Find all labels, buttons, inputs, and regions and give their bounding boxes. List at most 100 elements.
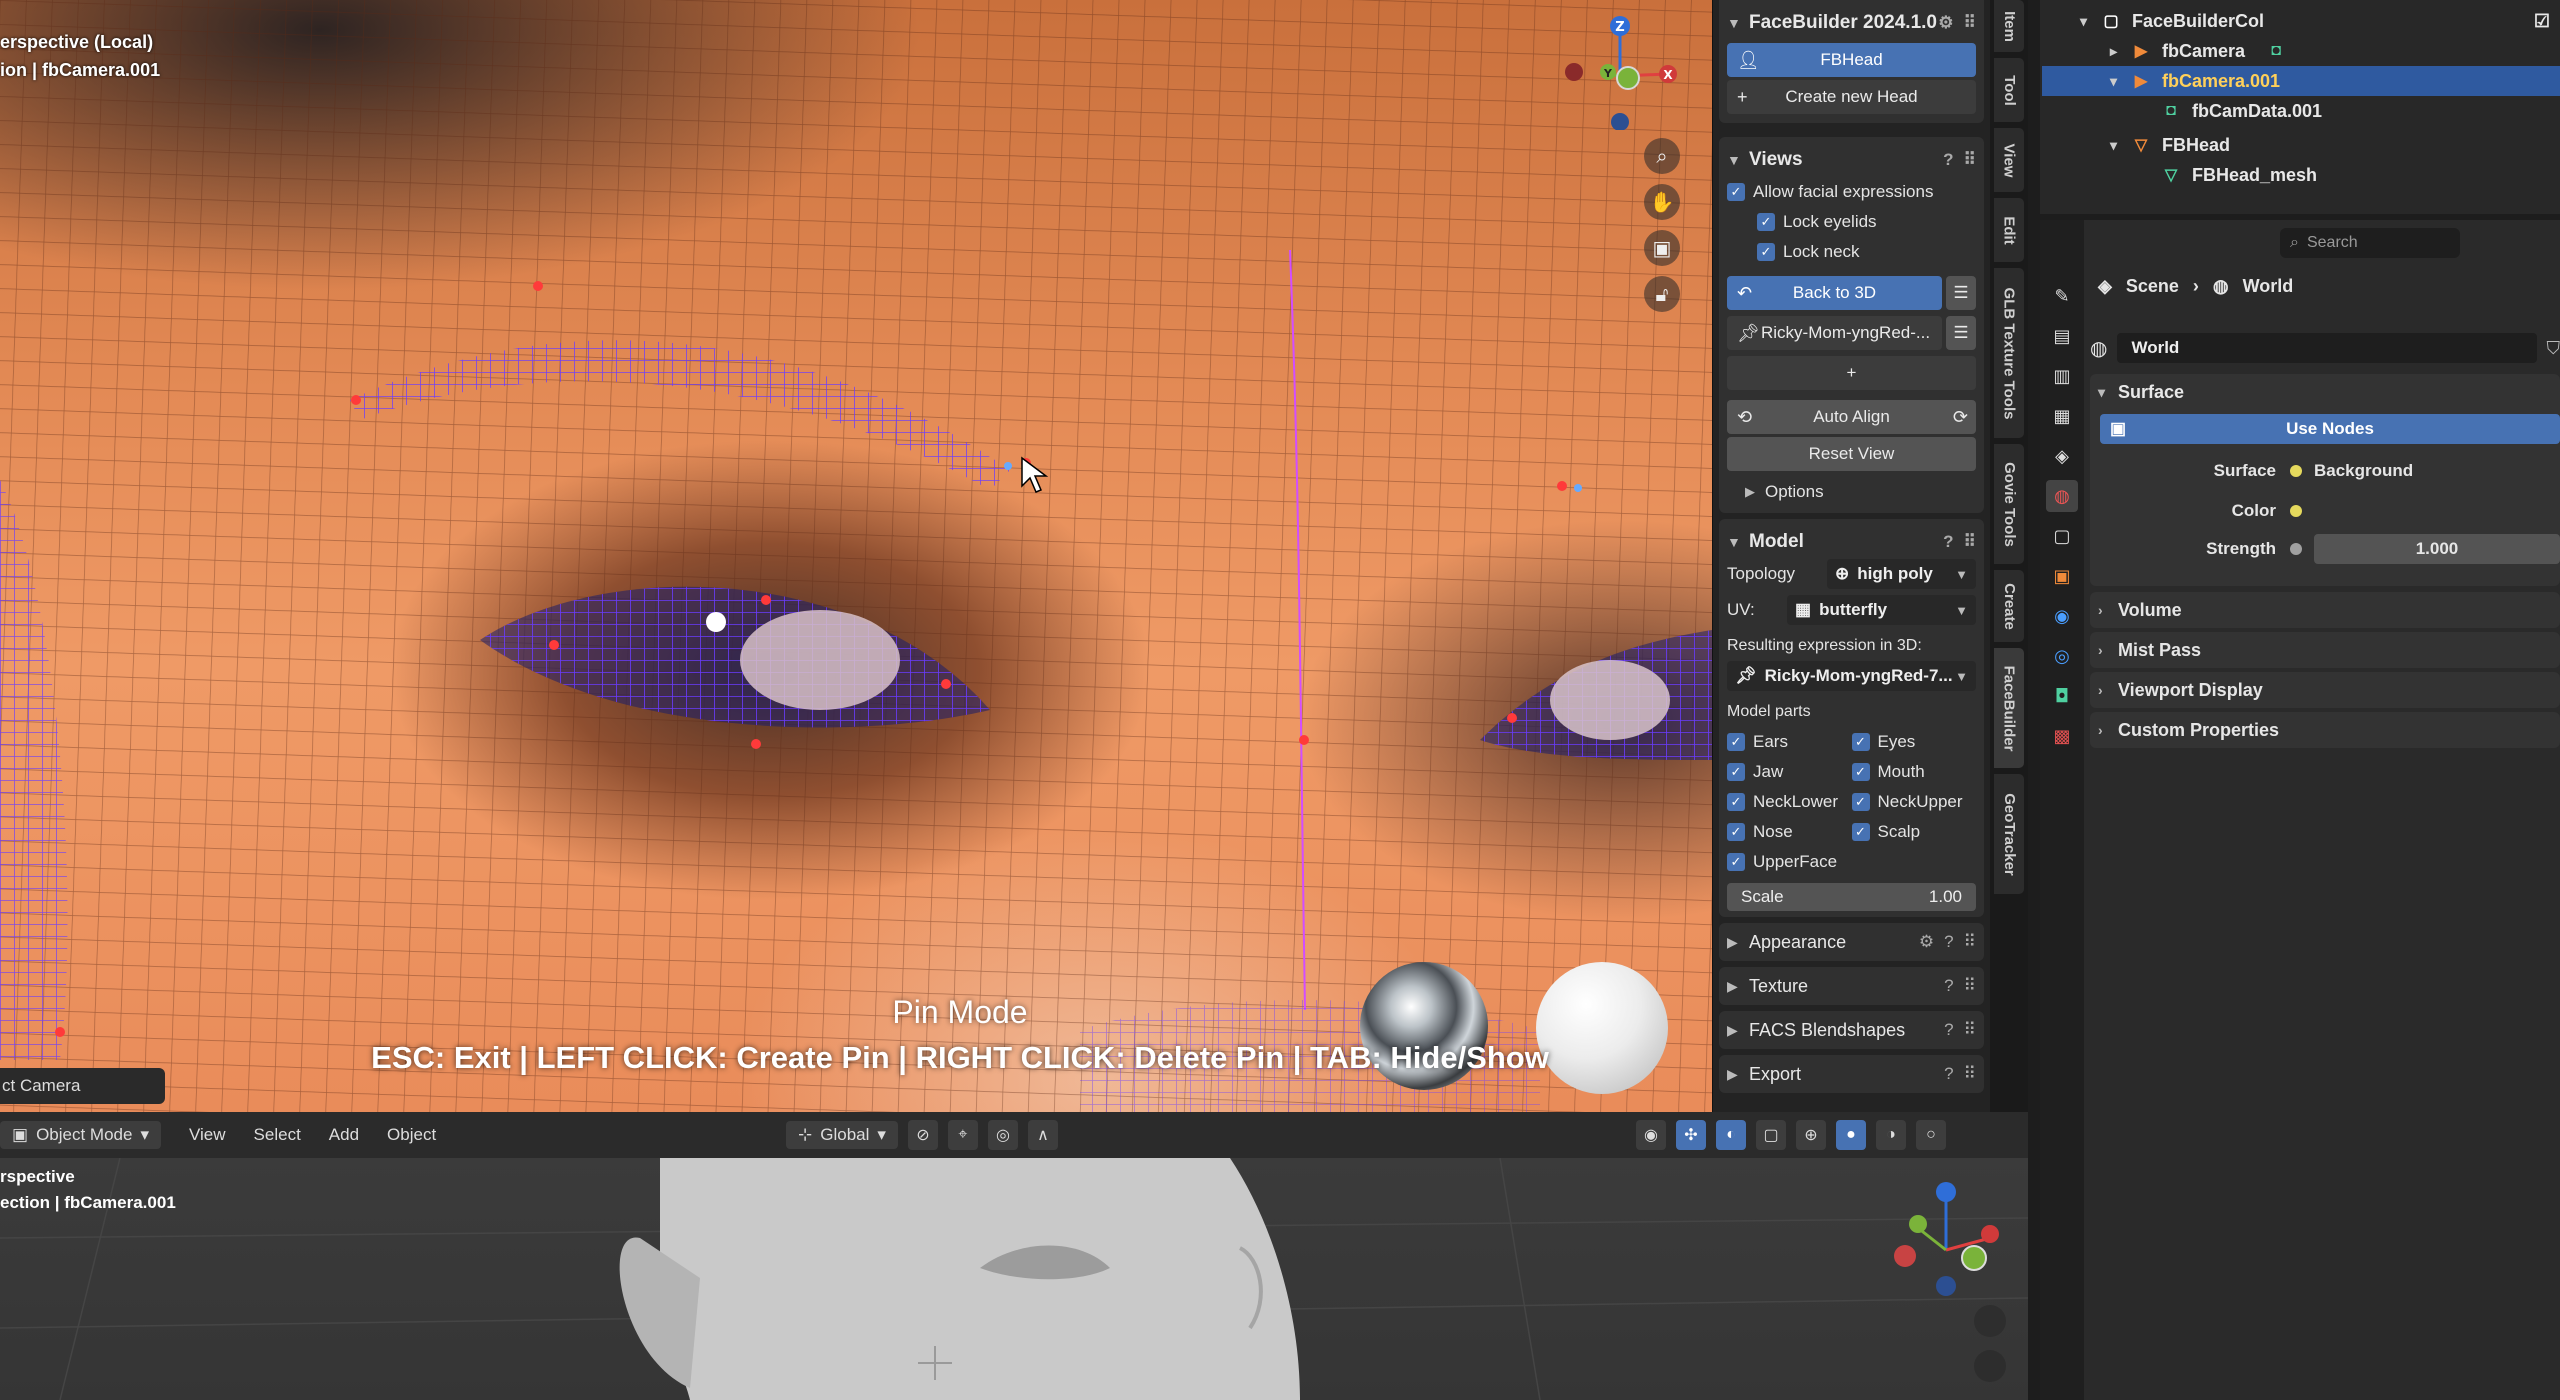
menu-view[interactable]: View (189, 1125, 226, 1145)
3d-viewport[interactable]: rspective ection | fbCamera.001 (0, 1158, 2028, 1400)
output-icon[interactable]: ▥ (2046, 360, 2078, 392)
outliner-row-fbhead-mesh[interactable]: ▽ FBHead_mesh (2160, 160, 2560, 190)
overlays-icon[interactable]: ◐ (1716, 1120, 1746, 1150)
pan-hand-icon[interactable]: ✋ (1644, 184, 1680, 220)
texture-panel-header[interactable]: ▶ Texture ? ⠿ (1719, 967, 1984, 1005)
export-panel-header[interactable]: ▶ Export ? ⠿ (1719, 1055, 1984, 1093)
drag-handle-icon[interactable]: ⠿ (1964, 932, 1976, 952)
views-header[interactable]: ▼ Views ? ⠿ (1727, 143, 1976, 177)
surface-header[interactable]: ▾ Surface (2090, 374, 2560, 410)
outliner-row-fbcamera001[interactable]: ▾ ▶ fbCamera.001 (2042, 66, 2560, 96)
tool-icon[interactable]: ✎ (2046, 280, 2078, 312)
facebuilder-header[interactable]: ▼ FaceBuilder 2024.1.0 ⚙ ⠿ (1727, 6, 1976, 40)
view-layer-icon[interactable]: ▦ (2046, 400, 2078, 432)
tab-create[interactable]: Create (1994, 570, 2024, 642)
part-upperface-checkbox[interactable]: ✓ UpperFace (1727, 847, 1852, 877)
outliner-row-fbcamera[interactable]: ▸ ▶ fbCamera ◘ (2110, 36, 2560, 66)
menu-select[interactable]: Select (254, 1125, 301, 1145)
drag-handle-icon[interactable]: ⠿ (1964, 532, 1976, 552)
back-to-3d-button[interactable]: ↶ Back to 3D (1727, 276, 1942, 310)
volume-panel-header[interactable]: › Volume (2090, 592, 2560, 628)
proportional-edit-icon[interactable]: ◎ (987, 1120, 1018, 1150)
scale-slider[interactable]: Scale 1.00 (1727, 883, 1976, 911)
surface-value[interactable]: Background (2314, 456, 2560, 486)
crumb-scene[interactable]: Scene (2126, 276, 2179, 297)
view-image-button[interactable]: 📌︎ Ricky-Mom-yngRed-... (1727, 316, 1942, 350)
use-nodes-button[interactable]: ▣ Use Nodes (2100, 414, 2560, 444)
fake-user-shield-icon[interactable]: ⛉ (2547, 338, 2560, 359)
custom-properties-panel-header[interactable]: › Custom Properties (2090, 712, 2560, 748)
drag-handle-icon[interactable]: ⠿ (1964, 13, 1976, 33)
fbhead-button[interactable]: 👤︎ FBHead (1727, 43, 1976, 77)
drag-handle-icon[interactable]: ⠿ (1964, 1020, 1976, 1040)
allow-expressions-checkbox[interactable]: ✓ Allow facial expressions (1727, 177, 1976, 207)
gizmo-icon[interactable]: ✣ (1676, 1120, 1706, 1150)
help-icon[interactable]: ? (1944, 1020, 1953, 1040)
tab-edit[interactable]: Edit (1994, 198, 2024, 262)
help-icon[interactable]: ? (1943, 150, 1953, 170)
tab-tool[interactable]: Tool (1994, 58, 2024, 122)
help-icon[interactable]: ? (1944, 1064, 1953, 1084)
orientation-dropdown[interactable]: ⊹ Global ▾ (786, 1121, 898, 1149)
model-header[interactable]: ▼ Model ? ⠿ (1727, 525, 1976, 559)
outliner-row-facebuildercol[interactable]: ▾ ▢ FaceBuilderCol ☑ (2080, 6, 2560, 36)
collection-icon[interactable]: ▢ (2046, 520, 2078, 552)
part-neckupper-checkbox[interactable]: ✓ NeckUpper (1851, 787, 1977, 817)
part-scalp-checkbox[interactable]: ✓ Scalp (1851, 817, 1977, 847)
drag-handle-icon[interactable]: ⠿ (1964, 1064, 1976, 1084)
resulting-expression-dropdown[interactable]: 📌︎ Ricky-Mom-yngRed-7... ▼ (1727, 661, 1976, 691)
visibility-icon[interactable]: ◉ (1636, 1120, 1666, 1150)
diffuse-preview-sphere[interactable] (1536, 962, 1668, 1094)
outliner-row-fbcamdata001[interactable]: ◘ fbCamData.001 (2160, 96, 2560, 126)
world-icon[interactable]: ◍ (2046, 480, 2078, 512)
add-view-button[interactable]: + (1727, 356, 1976, 390)
object-mode-dropdown[interactable]: ▣ Object Mode ▾ (0, 1121, 161, 1149)
tab-glb-texture-tools[interactable]: GLB Texture Tools (1994, 268, 2024, 438)
strength-value[interactable]: 1.000 (2314, 534, 2560, 564)
properties-search[interactable]: ⌕ Search (2280, 228, 2460, 258)
part-nose-checkbox[interactable]: ✓ Nose (1727, 817, 1852, 847)
object-data-icon[interactable]: ◘ (2046, 680, 2078, 712)
part-jaw-checkbox[interactable]: ✓ Jaw (1727, 757, 1852, 787)
reset-view-button[interactable]: Reset View (1727, 437, 1976, 471)
gear-icon[interactable]: ⚙ (1938, 13, 1953, 33)
drag-handle-icon[interactable]: ⠿ (1964, 976, 1976, 996)
crumb-world[interactable]: World (2243, 276, 2294, 297)
create-new-head-button[interactable]: + Create new Head (1727, 80, 1976, 114)
options-subpanel[interactable]: ▶ Options (1727, 477, 1976, 507)
tab-view[interactable]: View (1994, 128, 2024, 192)
constraints-icon[interactable]: ◎ (2046, 640, 2078, 672)
object-icon[interactable]: ▣ (2046, 560, 2078, 592)
help-icon[interactable]: ? (1943, 532, 1953, 552)
lock-icon[interactable]: 🔓︎ (1644, 276, 1680, 312)
camera-viewport[interactable]: erspective (Local) ion | fbCamera.001 Z … (0, 0, 1712, 1112)
falloff-icon[interactable]: ∧ (1027, 1120, 1058, 1150)
pivot-icon[interactable]: ⊘ (907, 1120, 938, 1150)
material-shading-icon[interactable]: ◑ (1876, 1120, 1906, 1150)
texture-icon[interactable]: ▩ (2046, 720, 2078, 752)
wireframe-shading-icon[interactable]: ⊕ (1796, 1120, 1826, 1150)
color-swatch[interactable] (2314, 496, 2560, 526)
world-name-field[interactable]: World (2117, 333, 2537, 363)
help-icon[interactable]: ? (1944, 932, 1953, 952)
world-icon[interactable]: ◍ (2090, 336, 2107, 361)
snap-icon[interactable]: ⌖ (947, 1120, 978, 1150)
scene-icon[interactable]: ◈ (2046, 440, 2078, 472)
part-eyes-checkbox[interactable]: ✓ Eyes (1851, 727, 1977, 757)
part-necklower-checkbox[interactable]: ✓ NeckLower (1727, 787, 1852, 817)
menu-add[interactable]: Add (329, 1125, 359, 1145)
physics-icon[interactable]: ◉ (2046, 600, 2078, 632)
camera-view-icon[interactable]: ▣ (1644, 230, 1680, 266)
tab-geotracker[interactable]: GeoTracker (1994, 774, 2024, 894)
auto-align-button[interactable]: ⟲ Auto Align ⟳ (1727, 400, 1976, 434)
viewport-display-panel-header[interactable]: › Viewport Display (2090, 672, 2560, 708)
zoom-icon[interactable]: ⌕ (1644, 138, 1680, 174)
gear-icon[interactable]: ⚙ (1919, 932, 1934, 952)
drag-handle-icon[interactable]: ⠿ (1964, 150, 1976, 170)
tab-facebuilder[interactable]: FaceBuilder (1994, 648, 2024, 768)
part-mouth-checkbox[interactable]: ✓ Mouth (1851, 757, 1977, 787)
topology-dropdown[interactable]: ⊕ high poly ▼ (1827, 559, 1976, 589)
uv-dropdown[interactable]: ▦ butterfly ▼ (1787, 595, 1976, 625)
lock-neck-checkbox[interactable]: ✓ Lock neck (1727, 237, 1976, 267)
facs-blendshapes-panel-header[interactable]: ▶ FACS Blendshapes ? ⠿ (1719, 1011, 1984, 1049)
